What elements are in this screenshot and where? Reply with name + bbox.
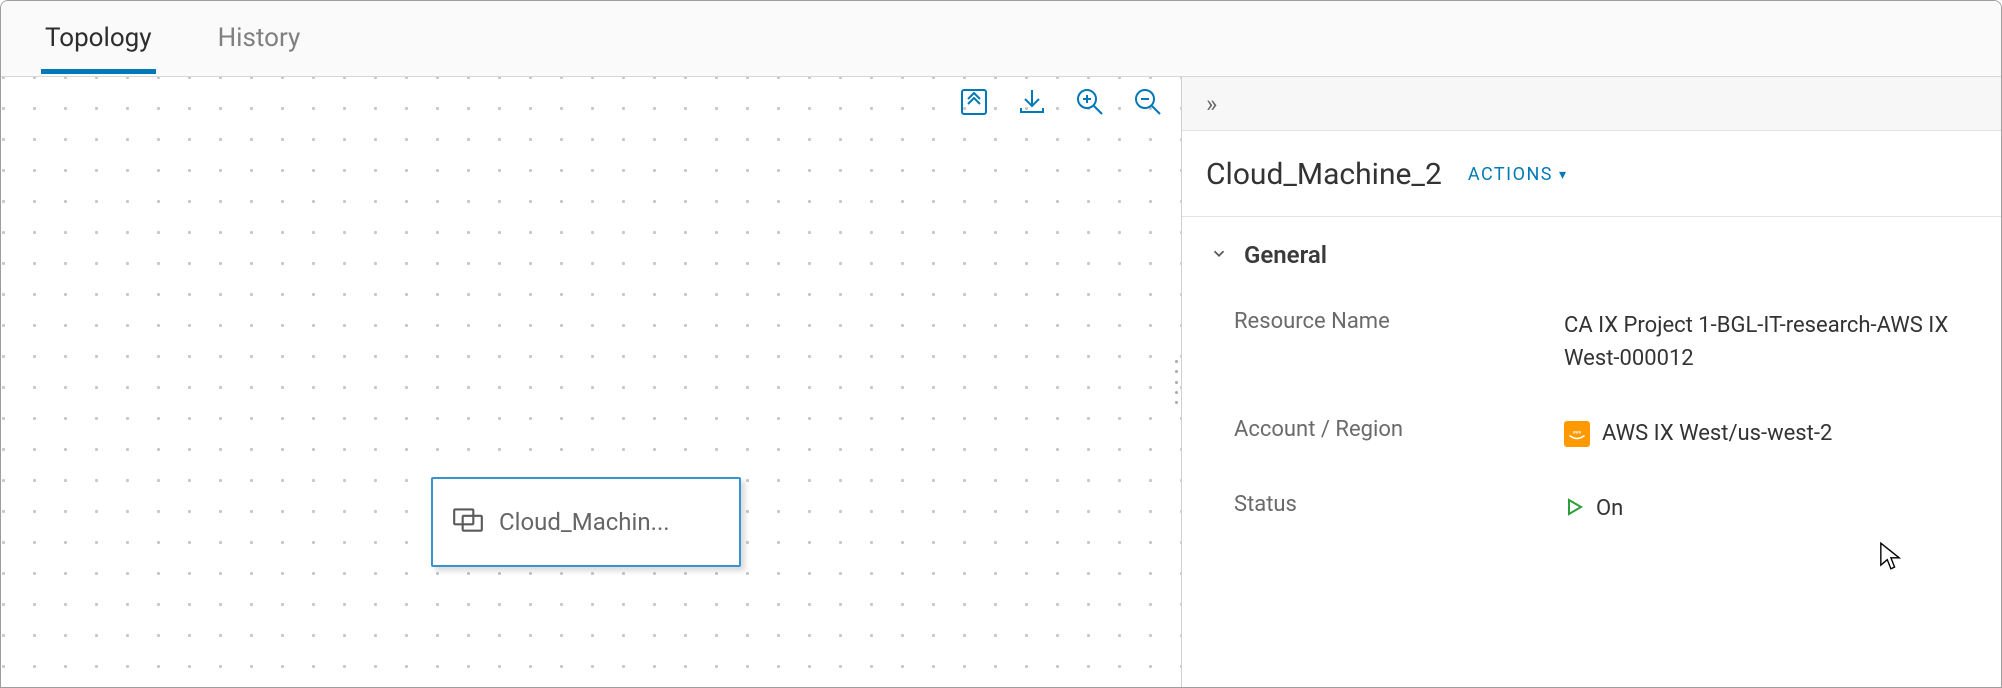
- app-window: Topology History: [0, 0, 2002, 688]
- zoom-in-icon[interactable]: [1071, 83, 1109, 121]
- play-icon: [1564, 492, 1584, 527]
- prop-value: CA IX Project 1-BGL-IT-research-AWS IX W…: [1564, 309, 1973, 375]
- svg-text:aws: aws: [1573, 430, 1582, 435]
- section-title: General: [1244, 241, 1327, 269]
- prop-value: aws AWS IX West/us-west-2: [1564, 417, 1973, 450]
- zoom-out-icon[interactable]: [1129, 83, 1167, 121]
- prop-label: Resource Name: [1234, 309, 1564, 334]
- canvas-toolbar: [955, 83, 1167, 121]
- resource-name-value: CA IX Project 1-BGL-IT-research-AWS IX W…: [1564, 309, 1973, 375]
- actions-label: ACTIONS: [1468, 164, 1553, 185]
- node-label: Cloud_Machin...: [499, 508, 670, 536]
- prop-status: Status On: [1210, 492, 1973, 537]
- collapse-panel-icon[interactable]: »: [1206, 90, 1217, 118]
- panel-top-bar: »: [1182, 77, 2001, 131]
- details-panel: » Cloud_Machine_2 ACTIONS ▾ General Reso…: [1181, 77, 2001, 687]
- panel-title-row: Cloud_Machine_2 ACTIONS ▾: [1182, 131, 2001, 217]
- prop-label: Account / Region: [1234, 417, 1564, 442]
- topology-canvas[interactable]: Cloud_Machin...: [1, 77, 1181, 687]
- aws-icon: aws: [1564, 421, 1590, 447]
- import-icon[interactable]: [1013, 83, 1051, 121]
- panel-title: Cloud_Machine_2: [1206, 157, 1442, 192]
- prop-value: On: [1564, 492, 1973, 527]
- prop-label: Status: [1234, 492, 1564, 517]
- prop-account-region: Account / Region aws AWS IX West/us-west…: [1210, 417, 1973, 492]
- main-split: Cloud_Machin... » Cloud_Machine_2 ACTION…: [1, 77, 2001, 687]
- vm-icon: [451, 503, 485, 542]
- expand-all-icon[interactable]: [955, 83, 993, 121]
- prop-resource-name: Resource Name CA IX Project 1-BGL-IT-res…: [1210, 309, 1973, 417]
- topology-node[interactable]: Cloud_Machin...: [431, 477, 741, 567]
- tab-history[interactable]: History: [214, 5, 305, 73]
- section-general: General Resource Name CA IX Project 1-BG…: [1182, 217, 2001, 537]
- section-toggle[interactable]: General: [1210, 241, 1973, 269]
- status-value: On: [1596, 492, 1623, 525]
- tab-label: Topology: [45, 23, 152, 53]
- actions-dropdown[interactable]: ACTIONS ▾: [1468, 164, 1568, 185]
- column-resize-grip[interactable]: [1171, 360, 1181, 404]
- account-region-value: AWS IX West/us-west-2: [1602, 417, 1832, 450]
- tabs-bar: Topology History: [1, 1, 2001, 77]
- tab-label: History: [218, 23, 301, 53]
- chevron-down-icon: ▾: [1559, 167, 1568, 183]
- chevron-down-icon: [1210, 244, 1228, 267]
- tab-topology[interactable]: Topology: [41, 5, 156, 73]
